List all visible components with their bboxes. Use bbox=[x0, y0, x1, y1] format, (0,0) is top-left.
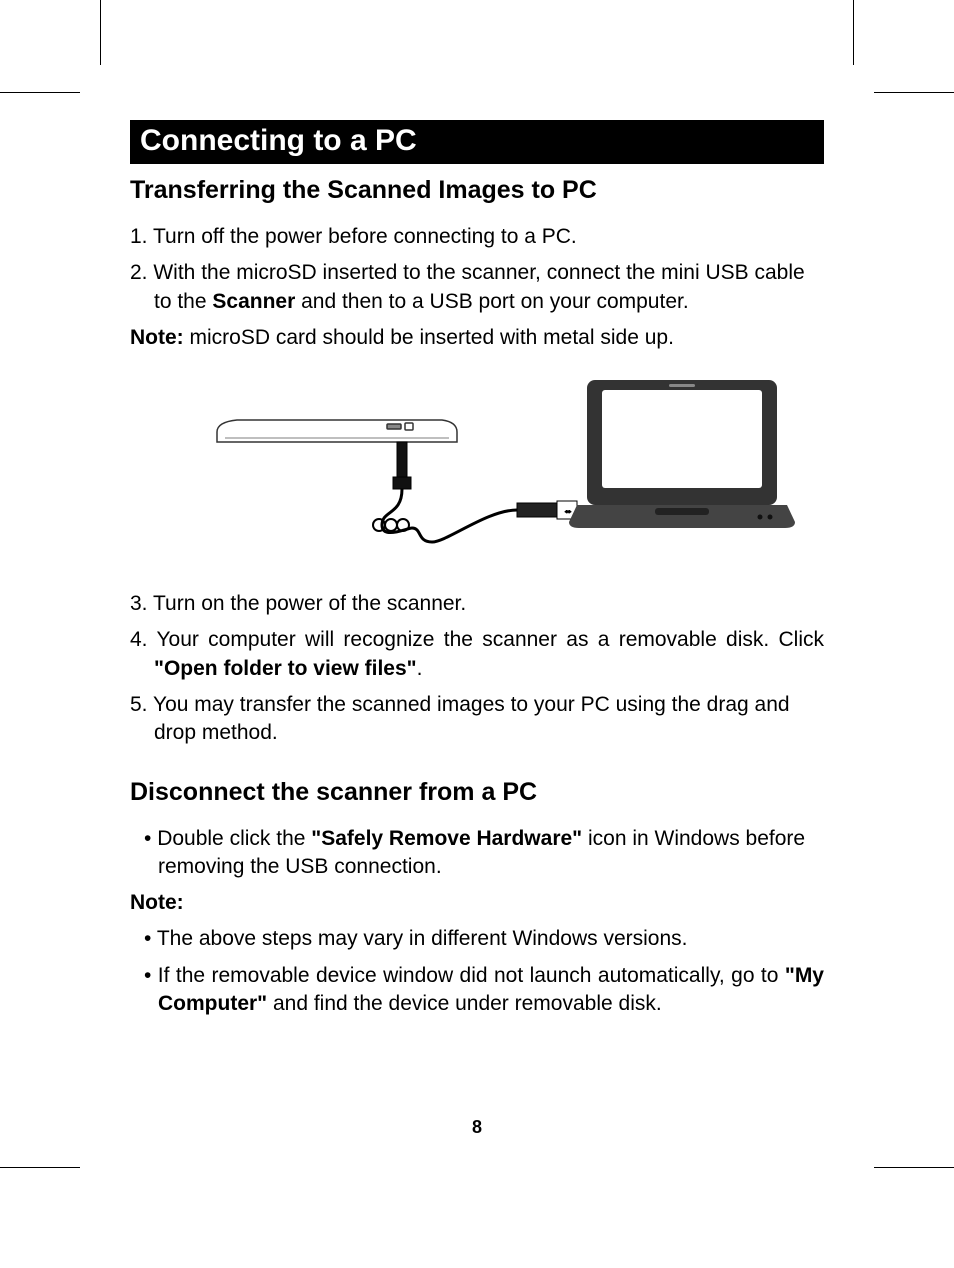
crop-mark bbox=[874, 1167, 954, 1168]
bullet-text-prefix: Double click the bbox=[157, 827, 311, 850]
step-3: 3. Turn on the power of the scanner. bbox=[130, 590, 824, 618]
step-5: 5. You may transfer the scanned images t… bbox=[130, 691, 824, 748]
step-1: 1. Turn off the power before connecting … bbox=[130, 223, 824, 251]
bullet-text-suffix: and find the device under removable disk… bbox=[267, 992, 662, 1015]
step-number: 5. bbox=[130, 693, 148, 716]
crop-mark bbox=[0, 92, 80, 93]
page-number: 8 bbox=[0, 1117, 954, 1138]
step-number: 2. bbox=[130, 261, 148, 284]
step-number: 1. bbox=[130, 225, 148, 248]
bullet-text: The above steps may vary in different Wi… bbox=[157, 927, 688, 950]
note-text: microSD card should be inserted with met… bbox=[184, 326, 674, 349]
step-number: 3. bbox=[130, 592, 148, 615]
step-2: 2. With the microSD inserted to the scan… bbox=[130, 259, 824, 316]
connection-diagram-icon: ⇔ bbox=[157, 370, 797, 560]
subheading-transferring: Transferring the Scanned Images to PC bbox=[130, 176, 824, 205]
scanner-to-laptop-illustration: ⇔ bbox=[130, 370, 824, 560]
crop-mark bbox=[874, 92, 954, 93]
step-text-prefix: Your computer will recognize the scanner… bbox=[156, 628, 824, 651]
bullet-safely-remove: Double click the "Safely Remove Hardware… bbox=[130, 825, 824, 882]
svg-text:⇔: ⇔ bbox=[563, 506, 573, 517]
page-content: Connecting to a PC Transferring the Scan… bbox=[130, 120, 824, 1026]
bullet-my-computer: If the removable device window did not l… bbox=[130, 962, 824, 1019]
crop-mark bbox=[853, 0, 854, 65]
step-text-bold: "Open folder to view files" bbox=[154, 657, 417, 680]
section-title-banner: Connecting to a PC bbox=[130, 120, 824, 164]
step-text: Turn on the power of the scanner. bbox=[153, 592, 466, 615]
crop-mark bbox=[0, 1167, 80, 1168]
bullet-windows-versions: The above steps may vary in different Wi… bbox=[130, 925, 824, 953]
bullet-text-bold: "Safely Remove Hardware" bbox=[311, 827, 582, 850]
step-text-bold: Scanner bbox=[212, 290, 295, 313]
crop-mark bbox=[100, 0, 101, 65]
note-label: Note: bbox=[130, 326, 184, 349]
step-text-suffix: . bbox=[417, 657, 423, 680]
step-text-suffix: and then to a USB port on your computer. bbox=[295, 290, 688, 313]
subheading-disconnect: Disconnect the scanner from a PC bbox=[130, 778, 824, 807]
note-label-2: Note: bbox=[130, 891, 824, 915]
step-text: You may transfer the scanned images to y… bbox=[153, 693, 790, 744]
step-text: Turn off the power before connecting to … bbox=[153, 225, 577, 248]
bullet-text-prefix: If the removable device window did not l… bbox=[158, 964, 785, 987]
step-4: 4. Your computer will recognize the scan… bbox=[130, 626, 824, 683]
note-microsd: Note: microSD card should be inserted wi… bbox=[130, 326, 824, 350]
step-number: 4. bbox=[130, 628, 148, 651]
